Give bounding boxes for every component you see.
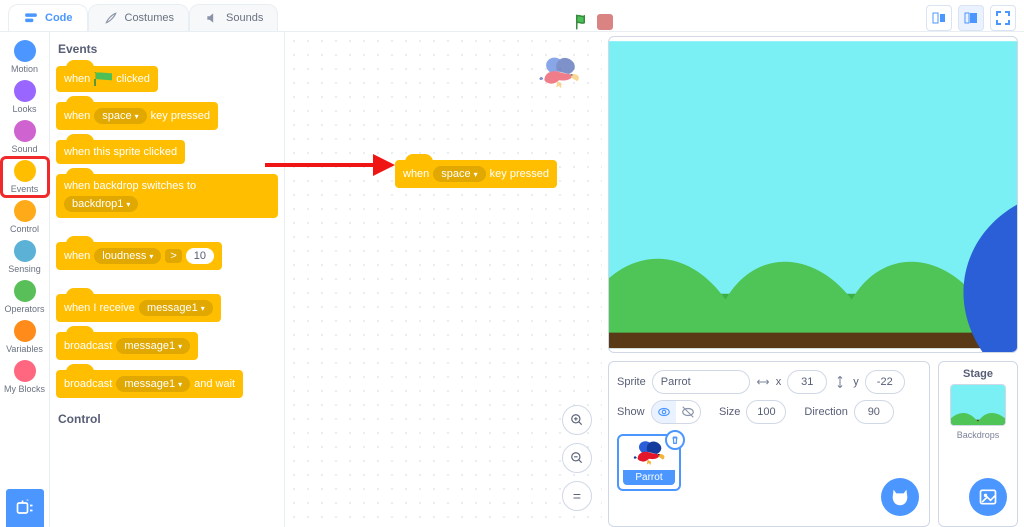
add-sprite-button[interactable] [881,478,919,516]
tab-code-label: Code [45,12,73,24]
stop-button[interactable] [597,14,613,30]
size-label: Size [719,406,740,418]
category-myblocks[interactable]: My Blocks [2,358,48,396]
y-input[interactable] [865,370,905,394]
y-arrow-icon [835,375,845,389]
palette-section-events: Events [58,42,278,56]
stage-view[interactable] [608,36,1018,353]
sprite-info-panel: Sprite x y Show Size [608,361,930,527]
code-icon [23,11,39,25]
backdrop-thumbnail[interactable] [950,384,1006,426]
category-sound[interactable]: Sound [2,118,48,156]
add-backdrop-button[interactable] [969,478,1007,516]
sprite-name-input[interactable] [652,370,750,394]
zoom-out-button[interactable] [562,443,592,473]
category-looks[interactable]: Looks [2,78,48,116]
tab-costumes[interactable]: Costumes [88,4,190,31]
direction-input[interactable] [854,400,894,424]
sprite-thumb-icon [631,440,667,468]
show-hidden-button[interactable] [676,401,700,423]
brush-icon [103,11,119,25]
add-extension-button[interactable] [6,489,44,527]
small-stage-button[interactable] [926,5,952,31]
category-control[interactable]: Control [2,198,48,236]
category-motion[interactable]: Motion [2,38,48,76]
script-block-when-key-pressed[interactable]: when space key pressed [395,160,557,188]
fullscreen-button[interactable] [990,5,1016,31]
direction-label: Direction [804,406,847,418]
sprite-thumb-name: Parrot [623,470,675,485]
loudness-dropdown[interactable]: loudness [94,248,161,264]
key-dropdown[interactable]: space [94,108,146,124]
loudness-input[interactable]: 10 [186,248,214,264]
size-input[interactable] [746,400,786,424]
large-stage-button[interactable] [958,5,984,31]
green-flag-button[interactable] [573,13,591,31]
block-when-sprite-clicked[interactable]: when this sprite clicked [56,140,185,164]
sprite-label: Sprite [617,376,646,388]
tab-code[interactable]: Code [8,4,88,31]
tab-costumes-label: Costumes [125,12,175,24]
category-column: Motion Looks Sound Events Control Sensin… [0,32,50,527]
zoom-in-button[interactable] [562,405,592,435]
block-broadcast-wait[interactable]: broadcast message1 and wait [56,370,243,398]
script-key-dropdown[interactable]: space [433,166,485,182]
x-label: x [776,376,782,388]
tab-sounds-label: Sounds [226,12,263,24]
x-arrow-icon [756,377,770,387]
block-when-loudness[interactable]: when loudness > 10 [56,242,222,270]
broadcast-dropdown[interactable]: message1 [116,338,190,354]
block-when-key-pressed[interactable]: when space key pressed [56,102,218,130]
broadcast-wait-dropdown[interactable]: message1 [116,376,190,392]
block-broadcast[interactable]: broadcast message1 [56,332,198,360]
backdrop-dropdown[interactable]: backdrop1 [64,196,138,212]
palette-section-control: Control [58,412,278,426]
y-label: y [853,376,859,388]
script-canvas[interactable]: when space key pressed = [285,32,602,527]
show-visible-button[interactable] [652,401,676,423]
sound-icon [204,11,220,25]
backdrops-label: Backdrops [957,430,1000,440]
annotation-arrow-icon [265,150,395,180]
zoom-reset-button[interactable]: = [562,481,592,511]
x-input[interactable] [787,370,827,394]
category-variables[interactable]: Variables [2,318,48,356]
block-when-flag-clicked[interactable]: when clicked [56,66,158,92]
green-flag-icon [94,72,112,86]
block-when-receive[interactable]: when I receive message1 [56,294,221,322]
message-dropdown[interactable]: message1 [139,300,213,316]
tab-sounds[interactable]: Sounds [189,4,278,31]
show-label: Show [617,406,645,418]
block-when-backdrop-switches[interactable]: when backdrop switches to backdrop1 [56,174,278,218]
delete-sprite-button[interactable] [665,430,685,450]
stage-panel: Stage Backdrops [938,361,1018,527]
stage-title: Stage [963,368,993,380]
sprite-thumbnail[interactable]: Parrot [617,434,681,491]
category-sensing[interactable]: Sensing [2,238,48,276]
block-palette[interactable]: Events when clicked when space key press… [50,32,285,527]
category-operators[interactable]: Operators [2,278,48,316]
sprite-watermark-icon [536,56,582,92]
category-events[interactable]: Events [2,158,48,196]
